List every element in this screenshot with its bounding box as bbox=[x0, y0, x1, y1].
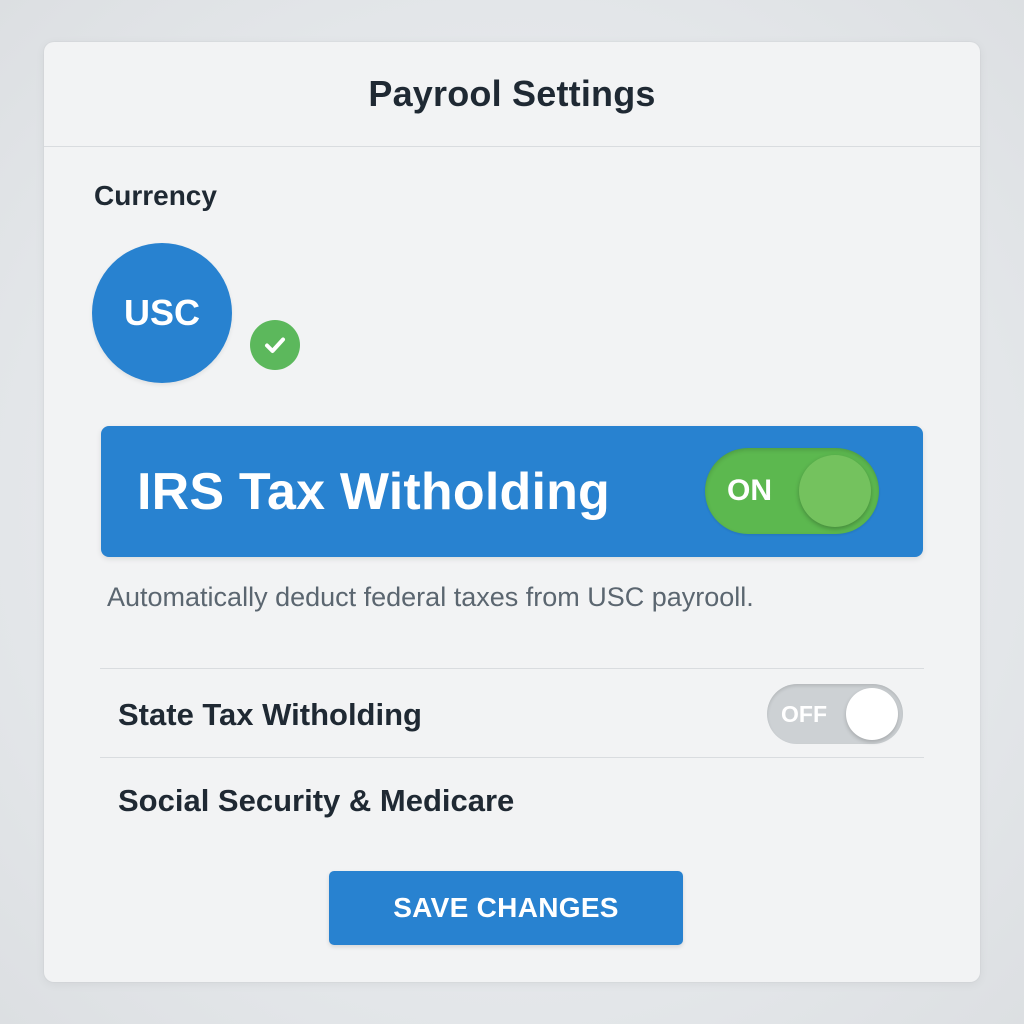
page-title: Payrool Settings bbox=[368, 73, 656, 114]
currency-code: USC bbox=[123, 292, 200, 333]
irs-withholding-description: Automatically deduct federal taxes from … bbox=[107, 582, 754, 612]
card-header: Payrool Settings bbox=[44, 42, 980, 147]
social-security-label: Social Security & Medicare bbox=[118, 783, 515, 818]
irs-withholding-toggle[interactable]: ON bbox=[705, 448, 879, 534]
toggle-knob bbox=[799, 455, 871, 527]
divider bbox=[100, 757, 924, 758]
toggle-off-label: OFF bbox=[781, 700, 827, 727]
check-icon-glyph bbox=[265, 337, 285, 353]
irs-withholding-row: IRS Tax Witholding ON bbox=[101, 426, 923, 557]
irs-withholding-label: IRS Tax Witholding bbox=[137, 462, 611, 521]
state-tax-toggle[interactable]: OFF bbox=[767, 684, 903, 744]
save-changes-button[interactable]: SAVE CHANGES bbox=[329, 871, 683, 945]
currency-label: Currency bbox=[94, 180, 217, 211]
toggle-on-label: ON bbox=[727, 474, 772, 507]
state-tax-label: State Tax Witholding bbox=[118, 697, 422, 732]
check-icon bbox=[250, 320, 300, 370]
toggle-knob bbox=[846, 688, 898, 740]
divider bbox=[100, 668, 924, 669]
currency-option-usc[interactable]: USC bbox=[92, 243, 232, 383]
payroll-settings-card: Payrool Settings Currency USC IRS Tax Wi… bbox=[44, 42, 980, 982]
